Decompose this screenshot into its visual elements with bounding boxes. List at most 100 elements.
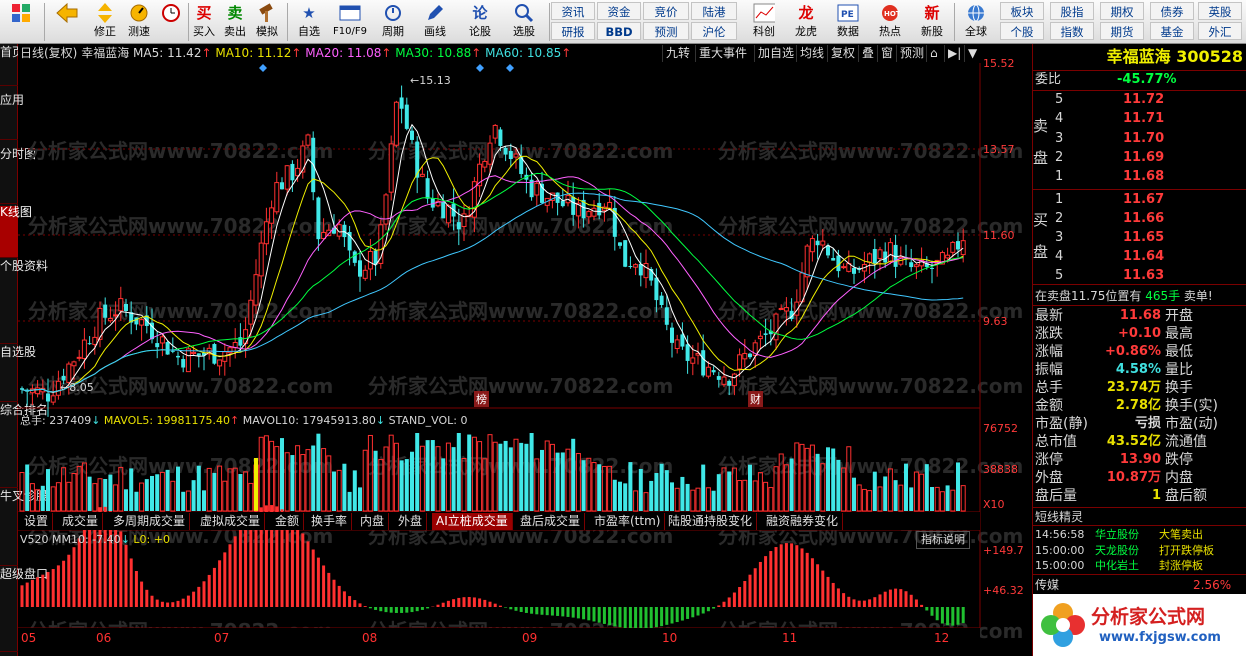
btn-window[interactable]: 窗 [877, 45, 896, 62]
tb-fix-label: 修正 [94, 25, 116, 38]
kline-chart-area[interactable]: 分析家公式网www.70822.com 分析家公式网www.70822.com 分析… [18, 63, 1032, 656]
volume-bar [332, 471, 336, 511]
tb-hot[interactable]: HOT 热点 [872, 0, 908, 44]
tb-buy[interactable]: 买 买入 [190, 0, 218, 44]
tab-inner[interactable]: 内盘 [356, 513, 390, 530]
tab-hk-holding[interactable]: 陆股通持股变化 [664, 513, 758, 530]
btn-add-favorite[interactable]: 加自选 [754, 45, 797, 62]
sell-price[interactable]: 11.71 [1123, 111, 1164, 127]
tab-volume[interactable]: 成交量 [58, 513, 104, 530]
tab-pe-ttm[interactable]: 市盈率(ttm) [590, 513, 666, 530]
left-tab-intraday[interactable]: 分时图 [0, 148, 36, 204]
tb-sim[interactable]: 模拟 [252, 0, 282, 44]
tb-uk-stocks[interactable]: 英股 [1198, 2, 1242, 20]
tb-indices[interactable]: 指数 [1050, 22, 1094, 40]
tb-options[interactable]: 期权 [1100, 2, 1144, 20]
tab-after-hours-volume[interactable]: 盘后成交量 [516, 513, 586, 530]
left-tab-profile[interactable]: 个股资料 [0, 260, 48, 344]
tb-auction[interactable]: 竞价 [643, 2, 689, 20]
buy-price[interactable]: 11.63 [1123, 268, 1164, 284]
tb-sell[interactable]: 卖 卖出 [221, 0, 249, 44]
tb-grid[interactable] [4, 0, 38, 44]
tab-settings[interactable]: 设置 [20, 513, 54, 530]
tb-dragon[interactable]: 龙 龙虎 [788, 0, 824, 44]
candle-body [956, 241, 960, 250]
btn-jiuzhuan[interactable]: 九转 [662, 45, 693, 62]
left-tab-kline[interactable]: K线图 [0, 206, 32, 258]
tb-data-label: 数据 [837, 25, 859, 38]
sell-price[interactable]: 11.72 [1123, 92, 1164, 108]
sell-side-label: 卖 盘 [1033, 117, 1049, 167]
sell-price[interactable]: 11.68 [1123, 169, 1164, 185]
tb-forex[interactable]: 外汇 [1198, 22, 1242, 40]
tab-ai-volume[interactable]: AI立桩成交量 [432, 513, 513, 530]
tab-multi-period-volume[interactable]: 多周期成交量 [109, 513, 191, 530]
left-tab-super-orderbook[interactable]: 超级盘口 [0, 568, 48, 652]
indicator-help-button[interactable]: 指标说明 [916, 531, 970, 549]
tb-news[interactable]: 资讯 [551, 2, 595, 20]
sell-price[interactable]: 11.70 [1123, 131, 1164, 147]
tb-cycle[interactable]: 周期 [376, 0, 410, 44]
news-header[interactable]: 短线精灵 [1035, 509, 1083, 525]
news-stock[interactable]: 天龙股份 [1095, 543, 1139, 559]
buy-price[interactable]: 11.67 [1123, 192, 1164, 208]
tb-new-stock[interactable]: 新 新股 [914, 0, 950, 44]
tb-clock[interactable] [156, 0, 186, 44]
btn-adjust[interactable]: 复权 [827, 45, 858, 62]
tb-data[interactable]: PE 数据 [830, 0, 866, 44]
tb-back[interactable] [50, 0, 84, 44]
tb-pick[interactable]: 选股 [506, 0, 542, 44]
finance-marker[interactable]: 财 [748, 391, 763, 407]
tab-margin[interactable]: 融资融券变化 [762, 513, 844, 530]
left-tab-watchlist[interactable]: 自选股 [0, 346, 36, 402]
tb-research[interactable]: 研报 [551, 22, 595, 40]
btn-major-events[interactable]: 重大事件 [695, 45, 750, 62]
volume-bar [124, 489, 128, 511]
sell-price[interactable]: 11.69 [1123, 150, 1164, 166]
tab-virtual-volume[interactable]: 虚拟成交量 [196, 513, 266, 530]
btn-overlay[interactable]: 叠 [858, 45, 877, 62]
left-tab-home[interactable]: 首页 [0, 46, 24, 86]
buy-price[interactable]: 11.65 [1123, 230, 1164, 246]
tb-talk[interactable]: 论 论股 [463, 0, 497, 44]
tb-index-futures[interactable]: 股指 [1050, 2, 1094, 20]
dragon-list-marker[interactable]: 榜 [474, 391, 489, 407]
tb-funds[interactable]: 基金 [1150, 22, 1194, 40]
tb-star-market[interactable]: . 科创 [746, 0, 782, 44]
tb-fix[interactable]: 修正 [90, 0, 120, 44]
collapse-icon[interactable]: ▶| [944, 45, 964, 62]
tb-stocks[interactable]: 个股 [1000, 22, 1044, 40]
tb-speed[interactable]: 测速 [124, 0, 154, 44]
dropdown-icon[interactable]: ▼ [964, 45, 980, 62]
tb-hk-connect[interactable]: 陆港 [691, 2, 737, 20]
tb-f10[interactable]: F10/F9 [330, 0, 370, 44]
volume-bar [701, 464, 706, 511]
tab-outer[interactable]: 外盘 [394, 513, 428, 530]
left-tab-ranking[interactable]: 综合排名 [0, 404, 48, 488]
tb-draw[interactable]: 画线 [418, 0, 452, 44]
watermark-text: 分析家公式网www.70822.com [28, 299, 333, 323]
tb-futures[interactable]: 期货 [1100, 22, 1144, 40]
quote-value: 4.58% [1115, 362, 1161, 377]
left-tab-apps[interactable]: 应用 [0, 94, 24, 140]
tb-bonds[interactable]: 债券 [1150, 2, 1194, 20]
tb-fund[interactable]: 资金 [597, 2, 641, 20]
tb-forecast[interactable]: 预测 [643, 22, 689, 40]
news-stock[interactable]: 华立股份 [1095, 527, 1139, 543]
tb-favorite[interactable]: ★ 自选 [292, 0, 326, 44]
tb-sh-london[interactable]: 沪伦 [691, 22, 737, 40]
btn-forecast[interactable]: 预测 [896, 45, 927, 62]
buy-price[interactable]: 11.66 [1123, 211, 1164, 227]
tab-amount[interactable]: 金额 [271, 513, 305, 530]
promo-logo[interactable]: 分析家公式网 www.fxjgsw.com [1033, 594, 1246, 656]
tb-global[interactable]: 全球 [958, 0, 994, 44]
tb-bbd[interactable]: BBD [597, 22, 641, 40]
news-stock[interactable]: 中化岩土 [1095, 558, 1139, 574]
left-tab-diagnosis[interactable]: 牛叉诊股 [0, 490, 48, 566]
btn-ma-lines[interactable]: 均线 [796, 45, 827, 62]
tb-sector[interactable]: 板块 [1000, 2, 1044, 20]
tab-turnover[interactable]: 换手率 [307, 513, 353, 530]
buy-price[interactable]: 11.64 [1123, 249, 1164, 265]
lock-icon[interactable]: ⌂ [926, 45, 941, 62]
candle-body [877, 249, 883, 259]
